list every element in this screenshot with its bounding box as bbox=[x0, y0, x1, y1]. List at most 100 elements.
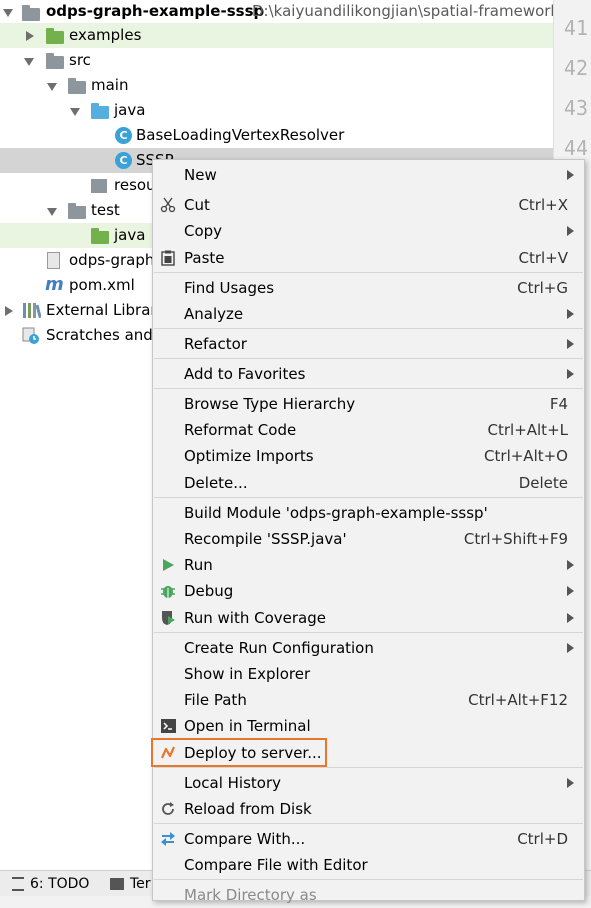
menu-item-label: Optimize Imports bbox=[184, 447, 314, 465]
expand-arrow-icon[interactable] bbox=[70, 106, 80, 116]
menu-shortcut: Ctrl+Alt+L bbox=[487, 421, 569, 439]
menu-item-compare-file-with-editor[interactable]: Compare File with Editor bbox=[153, 852, 584, 878]
menu-item-reload-from-disk[interactable]: Reload from Disk bbox=[153, 796, 584, 822]
menu-item-compare-with[interactable]: Compare With... Ctrl+D bbox=[153, 826, 584, 852]
maven-icon: m bbox=[45, 274, 64, 295]
line-number: 43 bbox=[563, 96, 588, 120]
resources-folder-icon bbox=[91, 179, 107, 193]
submenu-arrow-icon bbox=[567, 369, 574, 379]
tree-item-label: Scratches and bbox=[46, 326, 153, 344]
collapse-arrow-icon[interactable] bbox=[3, 306, 13, 316]
project-path: D:\kaiyuandilikongjian\spatial-framework… bbox=[252, 2, 565, 20]
menu-shortcut: F4 bbox=[549, 395, 568, 413]
line-number: 44 bbox=[563, 136, 588, 160]
tree-item-examples[interactable]: examples bbox=[0, 23, 553, 48]
menu-item-optimize-imports[interactable]: Optimize Imports Ctrl+Alt+O bbox=[153, 443, 584, 469]
menu-item-run[interactable]: Run bbox=[153, 552, 584, 578]
menu-item-label: Analyze bbox=[184, 305, 244, 323]
menu-item-label: Run bbox=[184, 556, 213, 574]
tree-item-root[interactable]: odps-graph-example-sssp D:\kaiyuandiliko… bbox=[0, 0, 565, 25]
menu-item-show-in-explorer[interactable]: Show in Explorer bbox=[153, 661, 584, 687]
menu-item-copy[interactable]: Copy bbox=[153, 218, 584, 244]
menu-item-cut[interactable]: Cut Ctrl+X bbox=[153, 192, 584, 218]
menu-item-add-to-favorites[interactable]: Add to Favorites bbox=[153, 361, 584, 387]
expand-arrow-icon[interactable] bbox=[3, 7, 13, 17]
menu-separator bbox=[154, 272, 583, 273]
terminal-tab[interactable]: Ter bbox=[110, 876, 151, 892]
menu-separator bbox=[154, 879, 583, 880]
menu-shortcut: Ctrl+Shift+F9 bbox=[463, 530, 568, 548]
menu-item-label: Copy bbox=[184, 222, 223, 240]
source-folder-icon bbox=[91, 103, 109, 119]
menu-item-recompile[interactable]: Recompile 'SSSP.java' Ctrl+Shift+F9 bbox=[153, 526, 584, 552]
menu-item-label: Reformat Code bbox=[184, 421, 297, 439]
folder-icon bbox=[46, 53, 64, 69]
collapse-arrow-icon[interactable] bbox=[24, 31, 34, 41]
menu-item-build-module[interactable]: Build Module 'odps-graph-example-sssp' bbox=[153, 500, 584, 526]
tree-item-label: examples bbox=[69, 26, 142, 44]
menu-separator bbox=[154, 767, 583, 768]
menu-separator bbox=[154, 388, 583, 389]
submenu-arrow-icon bbox=[567, 613, 574, 623]
menu-item-label: Local History bbox=[184, 774, 282, 792]
menu-item-delete[interactable]: Delete... Delete bbox=[153, 470, 584, 496]
menu-item-label: Open in Terminal bbox=[184, 717, 311, 735]
menu-shortcut: Ctrl+Alt+O bbox=[484, 447, 568, 465]
menu-item-label: Create Run Configuration bbox=[184, 639, 374, 657]
menu-item-refactor[interactable]: Refactor bbox=[153, 331, 584, 357]
menu-item-reformat-code[interactable]: Reformat Code Ctrl+Alt+L bbox=[153, 417, 584, 443]
coverage-icon bbox=[159, 609, 177, 627]
menu-item-file-path[interactable]: File Path Ctrl+Alt+F12 bbox=[153, 687, 584, 713]
menu-item-label: Mark Directory as bbox=[184, 886, 317, 904]
scissors-icon bbox=[159, 196, 177, 214]
todo-tab[interactable]: 6: TODO bbox=[12, 876, 89, 892]
line-number: 42 bbox=[563, 56, 588, 80]
tree-item-main[interactable]: main bbox=[0, 73, 553, 98]
submenu-arrow-icon bbox=[567, 170, 574, 180]
class-icon: C bbox=[115, 127, 132, 144]
menu-item-new[interactable]: New bbox=[153, 162, 584, 188]
project-name: odps-graph-example-sssp bbox=[46, 2, 265, 20]
menu-separator bbox=[154, 358, 583, 359]
submenu-arrow-icon bbox=[567, 339, 574, 349]
menu-item-mark-directory-as[interactable]: Mark Directory as bbox=[153, 882, 584, 908]
tree-item-src[interactable]: src bbox=[0, 48, 553, 73]
tree-item-label: pom.xml bbox=[69, 276, 135, 294]
menu-item-label: Debug bbox=[184, 582, 234, 600]
menu-item-browse-type-hierarchy[interactable]: Browse Type Hierarchy F4 bbox=[153, 391, 584, 417]
tree-item-label: main bbox=[91, 76, 129, 94]
menu-item-open-in-terminal[interactable]: Open in Terminal bbox=[153, 713, 584, 739]
menu-item-label: Browse Type Hierarchy bbox=[184, 395, 356, 413]
menu-item-find-usages[interactable]: Find Usages Ctrl+G bbox=[153, 275, 584, 301]
tree-item-label: test bbox=[91, 201, 120, 219]
deploy-icon bbox=[159, 744, 177, 762]
tree-item-label: odps-graph bbox=[69, 251, 155, 269]
tree-item-label: src bbox=[69, 51, 91, 69]
runnable-class-icon: C bbox=[115, 152, 132, 169]
expand-arrow-icon[interactable] bbox=[24, 56, 34, 66]
menu-item-local-history[interactable]: Local History bbox=[153, 770, 584, 796]
tree-item-label: java bbox=[114, 101, 146, 119]
expand-arrow-icon[interactable] bbox=[47, 81, 57, 91]
menu-item-label: Compare With... bbox=[184, 830, 306, 848]
menu-item-label: Reload from Disk bbox=[184, 800, 312, 818]
menu-item-label: Add to Favorites bbox=[184, 365, 306, 383]
menu-shortcut: Ctrl+G bbox=[517, 279, 568, 297]
submenu-arrow-icon bbox=[567, 309, 574, 319]
expand-arrow-icon[interactable] bbox=[47, 206, 57, 216]
menu-item-analyze[interactable]: Analyze bbox=[153, 301, 584, 327]
menu-item-create-run-configuration[interactable]: Create Run Configuration bbox=[153, 635, 584, 661]
library-icon bbox=[23, 303, 42, 319]
folder-icon bbox=[46, 28, 64, 44]
menu-item-label: Refactor bbox=[184, 335, 247, 353]
debug-icon bbox=[159, 582, 177, 600]
menu-item-debug[interactable]: Debug bbox=[153, 578, 584, 604]
menu-item-label: Delete... bbox=[184, 474, 248, 492]
tree-item-class[interactable]: C BaseLoadingVertexResolver bbox=[0, 123, 553, 148]
menu-item-deploy-to-server[interactable]: Deploy to server... bbox=[151, 738, 584, 767]
menu-item-label: Recompile 'SSSP.java' bbox=[184, 530, 347, 548]
tree-item-java[interactable]: java bbox=[0, 98, 553, 123]
menu-item-run-with-coverage[interactable]: Run with Coverage bbox=[153, 605, 584, 631]
menu-item-paste[interactable]: Paste Ctrl+V bbox=[153, 245, 584, 271]
tree-item-label: java bbox=[114, 226, 146, 244]
